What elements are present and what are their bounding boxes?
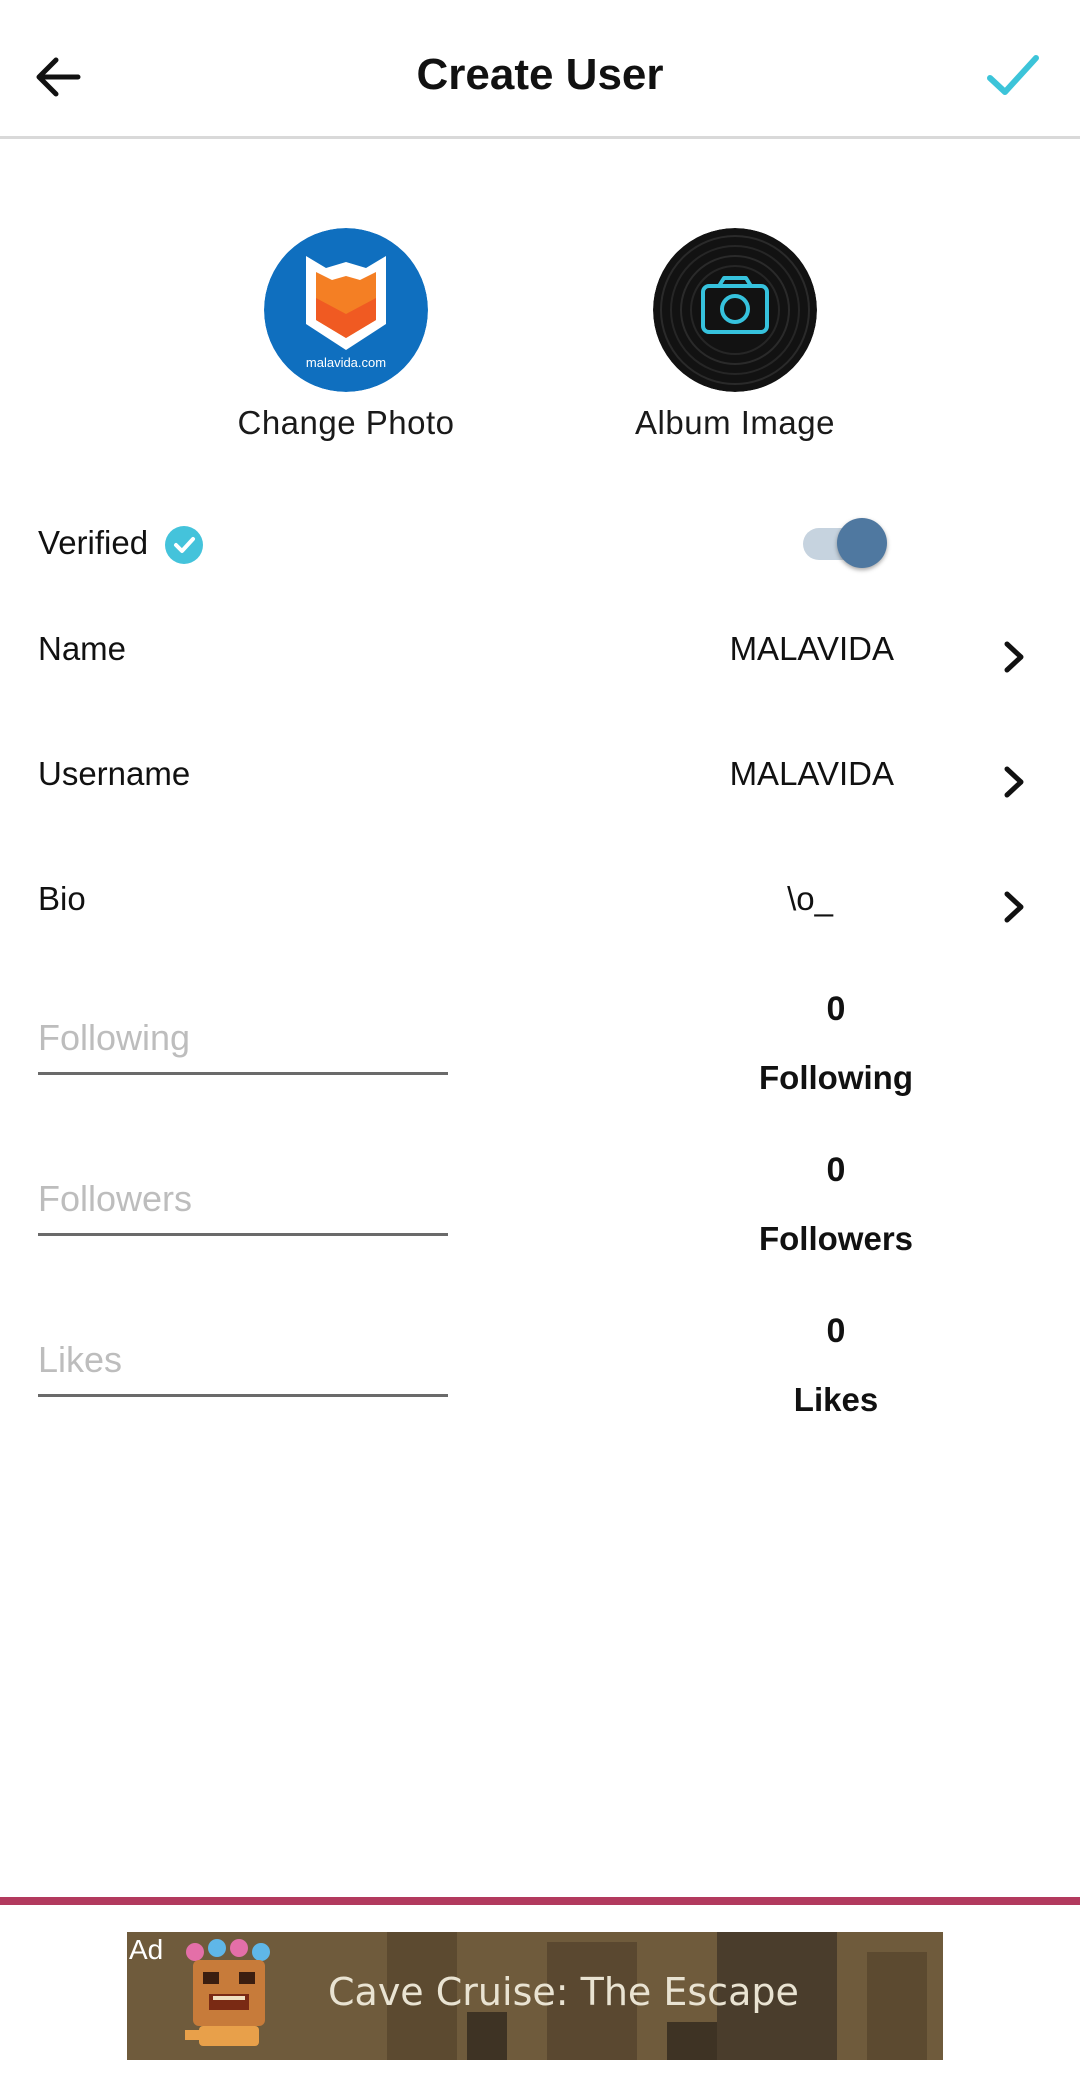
toggle-knob[interactable] bbox=[837, 518, 887, 568]
likes-input[interactable] bbox=[38, 1330, 448, 1397]
bio-value: \o_ bbox=[787, 880, 833, 917]
following-count: 0 bbox=[826, 990, 846, 1028]
chevron-right-icon[interactable] bbox=[1000, 763, 1028, 801]
followers-stat: 0 Followers bbox=[700, 1151, 972, 1258]
chevron-right-icon[interactable] bbox=[1000, 638, 1028, 676]
tiki-character-icon bbox=[185, 1939, 270, 2046]
ad-tag: Ad bbox=[129, 1934, 164, 1965]
name-label: Name bbox=[38, 630, 127, 667]
following-stat: 0 Following bbox=[700, 990, 972, 1097]
user-avatar[interactable]: malavida.com bbox=[264, 228, 428, 392]
change-photo[interactable]: malavida.com Change Photo bbox=[196, 228, 496, 442]
followers-count: 0 bbox=[826, 1151, 846, 1189]
likes-stat: 0 Likes bbox=[700, 1312, 972, 1419]
album-avatar[interactable] bbox=[653, 228, 817, 392]
likes-stat-label: Likes bbox=[793, 1381, 879, 1418]
album-image-label: Album Image bbox=[635, 404, 835, 441]
verified-label: Verified bbox=[38, 524, 149, 561]
followers-input[interactable] bbox=[38, 1169, 448, 1236]
username-value: MALAVIDA bbox=[729, 755, 894, 792]
album-image[interactable]: Album Image bbox=[585, 228, 885, 442]
verified-row: Verified bbox=[38, 524, 204, 565]
chevron-right-icon[interactable] bbox=[1000, 888, 1028, 926]
change-photo-label: Change Photo bbox=[237, 404, 455, 441]
verified-check-icon bbox=[165, 526, 204, 565]
ad-banner[interactable]: Ad Cave Cruise: The Escape bbox=[127, 1932, 943, 2060]
username-label: Username bbox=[38, 755, 191, 792]
following-input[interactable] bbox=[38, 1008, 448, 1075]
verified-toggle[interactable] bbox=[803, 518, 887, 568]
followers-stat-label: Followers bbox=[758, 1220, 914, 1257]
page-title: Create User bbox=[416, 50, 664, 99]
ad-title[interactable]: Cave Cruise: The Escape bbox=[328, 1970, 799, 2014]
name-value: MALAVIDA bbox=[729, 630, 894, 667]
header-bar: Create User bbox=[0, 0, 1080, 139]
confirm-button[interactable] bbox=[984, 48, 1042, 104]
check-icon bbox=[987, 55, 1039, 95]
ad-divider bbox=[0, 1897, 1080, 1905]
bio-label: Bio bbox=[38, 880, 86, 917]
following-stat-label: Following bbox=[759, 1059, 913, 1096]
likes-count: 0 bbox=[826, 1312, 846, 1350]
avatar-logo-text: malavida.com bbox=[306, 355, 386, 370]
